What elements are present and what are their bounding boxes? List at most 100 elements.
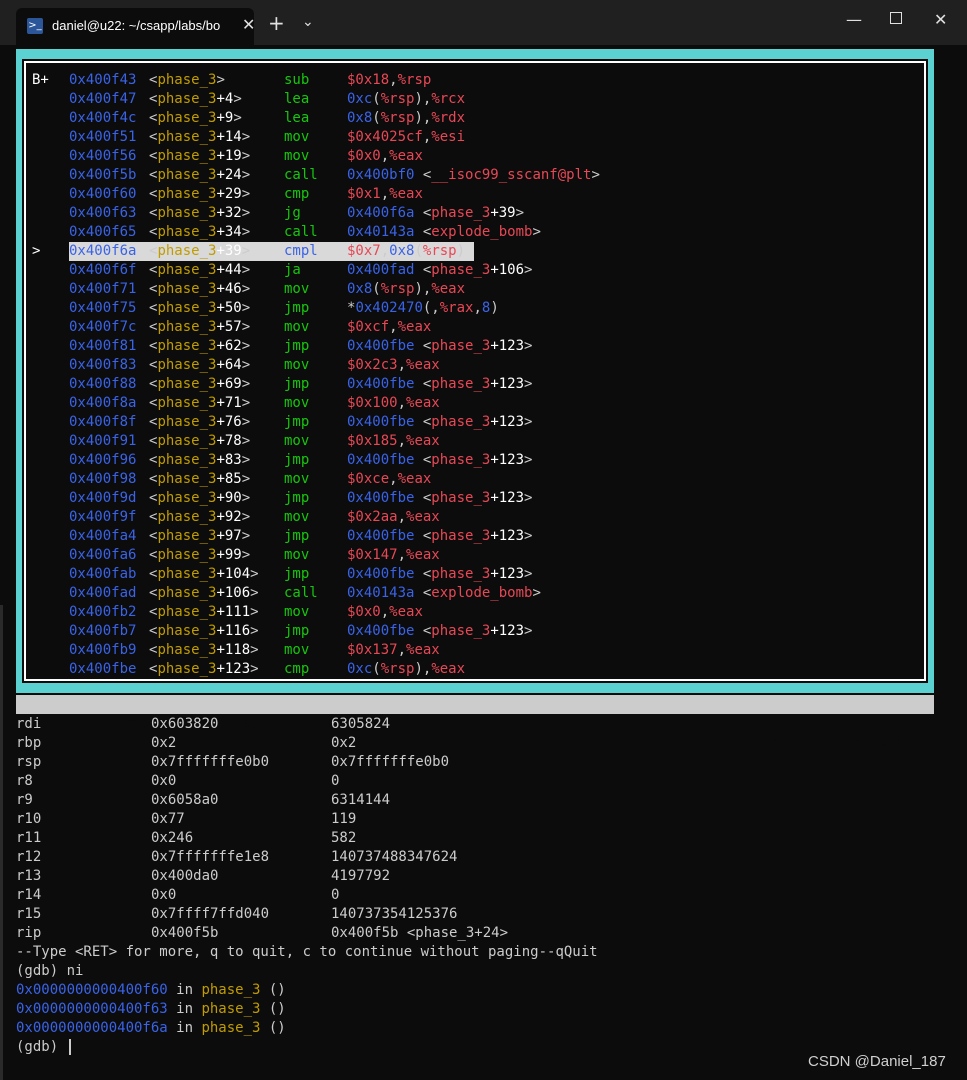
symbol-function: phase_3 bbox=[157, 509, 217, 525]
operand-part: $0x185 bbox=[347, 433, 398, 449]
symbol-function: phase_3 bbox=[157, 547, 217, 563]
register-natural: 582 bbox=[331, 830, 357, 846]
asm-line[interactable]: 0x400f4c <phase_3+9> lea 0x8(%rsp),%rdx bbox=[28, 109, 918, 128]
operand-part: ( bbox=[414, 243, 423, 259]
operand-part: %eax bbox=[406, 547, 440, 563]
asm-mnemonic: mov bbox=[284, 148, 310, 164]
asm-line[interactable]: 0x400fb7 <phase_3+116> jmp 0x400fbe <phase_… bbox=[28, 622, 918, 641]
asm-operands: 0x8(%rsp),%rdx bbox=[347, 109, 465, 128]
operand-part: < bbox=[414, 452, 432, 468]
asm-line[interactable]: 0x400fb9 <phase_3+118> mov $0x137,%eax bbox=[28, 641, 918, 660]
asm-line[interactable]: 0x400f88 <phase_3+69> jmp 0x400fbe <phase_3… bbox=[28, 375, 918, 394]
operand-part: , bbox=[397, 547, 407, 563]
frame-function: phase_3 bbox=[201, 1020, 261, 1036]
asm-address: 0x400f9f bbox=[69, 509, 137, 525]
asm-line[interactable]: 0x400f51 <phase_3+14> mov $0x4025cf,%esi bbox=[28, 128, 918, 147]
symbol-offset: +46 bbox=[216, 281, 242, 297]
register-row: r12 0x7fffffffe1e8 140737488347624 bbox=[16, 848, 946, 867]
frame-address: 0x0000000000400f6a bbox=[16, 1020, 168, 1036]
asm-line[interactable]: 0x400f75 <phase_3+50> jmp *0x402470(,%rax,8… bbox=[28, 299, 918, 318]
asm-operands: 0x400fbe <phase_3+123> bbox=[347, 375, 532, 394]
symbol-offset: +19 bbox=[216, 148, 242, 164]
symbol-function: phase_3 bbox=[157, 661, 217, 677]
asm-line[interactable]: 0x400f56 <phase_3+19> mov $0x0,%eax bbox=[28, 147, 918, 166]
gdb-prompt[interactable]: (gdb) bbox=[16, 1038, 946, 1057]
asm-line[interactable]: 0x400f47 <phase_3+4> lea 0xc(%rsp),%rcx bbox=[28, 90, 918, 109]
chevron-down-icon[interactable]: ⌄ bbox=[302, 14, 314, 30]
operand-part: +123 bbox=[490, 566, 525, 582]
asm-line[interactable]: 0x400f98 <phase_3+85> mov $0xce,%eax bbox=[28, 470, 918, 489]
asm-symbol: <phase_3+85> bbox=[149, 470, 250, 489]
operand-part: %eax bbox=[406, 395, 440, 411]
register-natural: 0x2 bbox=[331, 735, 357, 751]
register-row: r10 0x77 119 bbox=[16, 810, 946, 829]
operand-part: 0x400fad bbox=[347, 262, 415, 278]
symbol-function: phase_3 bbox=[157, 490, 217, 506]
asm-line[interactable]: 0x400f8a <phase_3+71> mov $0x100,%eax bbox=[28, 394, 918, 413]
symbol-close: > bbox=[241, 395, 251, 411]
asm-line[interactable]: 0x400fb2 <phase_3+111> mov $0x0,%eax bbox=[28, 603, 918, 622]
asm-line[interactable]: 0x400f65 <phase_3+34> call 0x40143a <explod… bbox=[28, 223, 918, 242]
asm-line[interactable]: 0x400f6f <phase_3+44> ja 0x400fad <phase_3+… bbox=[28, 261, 918, 280]
symbol-function: phase_3 bbox=[157, 604, 217, 620]
asm-border: B+ 0x400f43 <phase_3> sub $0x18,%rsp 0x400f47… bbox=[24, 61, 926, 681]
operand-part: ) bbox=[490, 300, 499, 316]
asm-line[interactable]: 0x400f9f <phase_3+92> mov $0x2aa,%eax bbox=[28, 508, 918, 527]
asm-line[interactable]: 0x400f7c <phase_3+57> mov $0xcf,%eax bbox=[28, 318, 918, 337]
asm-mnemonic: jmp bbox=[284, 300, 310, 316]
minimize-button[interactable]: — bbox=[846, 10, 862, 30]
asm-line[interactable]: 0x400f81 <phase_3+62> jmp 0x400fbe <phase_3… bbox=[28, 337, 918, 356]
asm-line[interactable]: 0x400fa4 <phase_3+97> jmp 0x400fbe <phase_3… bbox=[28, 527, 918, 546]
asm-line[interactable]: 0x400f91 <phase_3+78> mov $0x185,%eax bbox=[28, 432, 918, 451]
register-list: rdi 0x603820 6305824 rbp 0x2 0x2 rsp 0x7fffffff… bbox=[16, 715, 946, 943]
operand-part: %eax bbox=[406, 433, 440, 449]
operand-part: %rsp bbox=[422, 243, 457, 259]
operand-part: 0x400bf0 bbox=[347, 167, 415, 183]
asm-line[interactable]: 0x400f71 <phase_3+46> mov 0x8(%rsp),%eax bbox=[28, 280, 918, 299]
asm-line[interactable]: 0x400f60 <phase_3+29> cmp $0x1,%eax bbox=[28, 185, 918, 204]
asm-lines[interactable]: B+ 0x400f43 <phase_3> sub $0x18,%rsp 0x400f47… bbox=[28, 71, 918, 679]
asm-mnemonic: jmp bbox=[284, 376, 310, 392]
symbol-function: phase_3 bbox=[157, 129, 217, 145]
operand-part: $0x1 bbox=[347, 186, 381, 202]
asm-operands: 0x400bf0 <__isoc99_sscanf@plt> bbox=[347, 166, 600, 185]
gdb-console[interactable]: rdi 0x603820 6305824 rbp 0x2 0x2 rsp 0x7fffffff… bbox=[16, 715, 946, 1057]
asm-line[interactable]: 0x400fad <phase_3+106> call 0x40143a <explo… bbox=[28, 584, 918, 603]
asm-line[interactable]: 0x400fa6 <phase_3+99> mov $0x147,%eax bbox=[28, 546, 918, 565]
operand-part: > bbox=[524, 376, 533, 392]
asm-line[interactable]: 0x400fab <phase_3+104> jmp 0x400fbe <phase_… bbox=[28, 565, 918, 584]
asm-line[interactable]: 0x400f8f <phase_3+76> jmp 0x400fbe <phase_3… bbox=[28, 413, 918, 432]
symbol-close: > bbox=[250, 642, 259, 658]
maximize-button[interactable] bbox=[890, 12, 902, 24]
symbol-function: phase_3 bbox=[157, 376, 217, 392]
asm-line[interactable]: >0x400f6a <phase_3+39> cmpl $0x7,0x8(%rsp) bbox=[28, 242, 918, 261]
asm-mnemonic: mov bbox=[284, 471, 310, 487]
asm-operands: $0x4025cf,%esi bbox=[347, 128, 465, 147]
symbol-offset: +39 bbox=[216, 243, 242, 259]
new-tab-button[interactable]: + bbox=[268, 12, 285, 34]
operand-part: ), bbox=[414, 281, 432, 297]
close-tab-icon[interactable]: ✕ bbox=[242, 16, 255, 34]
operand-part: %eax bbox=[397, 319, 432, 335]
symbol-function: phase_3 bbox=[157, 281, 217, 297]
asm-symbol: <phase_3+14> bbox=[149, 128, 250, 147]
asm-line[interactable]: 0x400f5b <phase_3+24> call 0x400bf0 <__isoc… bbox=[28, 166, 918, 185]
asm-line[interactable]: 0x400f96 <phase_3+83> jmp 0x400fbe <phase_3… bbox=[28, 451, 918, 470]
asm-address: 0x400f75 bbox=[69, 300, 137, 316]
operand-part: $0x0 bbox=[347, 604, 381, 620]
asm-line[interactable]: 0x400f9d <phase_3+90> jmp 0x400fbe <phase_3… bbox=[28, 489, 918, 508]
symbol-function: phase_3 bbox=[157, 243, 217, 259]
operand-part: 0x400fbe bbox=[347, 566, 415, 582]
asm-line[interactable]: 0x400fbe <phase_3+123> cmp 0xc(%rsp),%eax bbox=[28, 660, 918, 679]
operand-part: > bbox=[524, 623, 533, 639]
terminal-tab[interactable]: >_ daniel@u22: ~/csapp/labs/bo ✕ bbox=[16, 8, 255, 45]
register-name: r13 bbox=[16, 868, 42, 884]
operand-part: %eax bbox=[389, 148, 423, 164]
asm-operands: $0x1,%eax bbox=[347, 185, 423, 204]
asm-address: 0x400fbe bbox=[69, 661, 137, 677]
asm-line[interactable]: 0x400f83 <phase_3+64> mov $0x2c3,%eax bbox=[28, 356, 918, 375]
close-window-button[interactable]: ✕ bbox=[934, 10, 947, 30]
asm-line[interactable]: B+ 0x400f43 <phase_3> sub $0x18,%rsp bbox=[28, 71, 918, 90]
asm-line[interactable]: 0x400f63 <phase_3+32> jg 0x400f6a <phase_3+… bbox=[28, 204, 918, 223]
operand-part: < bbox=[414, 338, 432, 354]
